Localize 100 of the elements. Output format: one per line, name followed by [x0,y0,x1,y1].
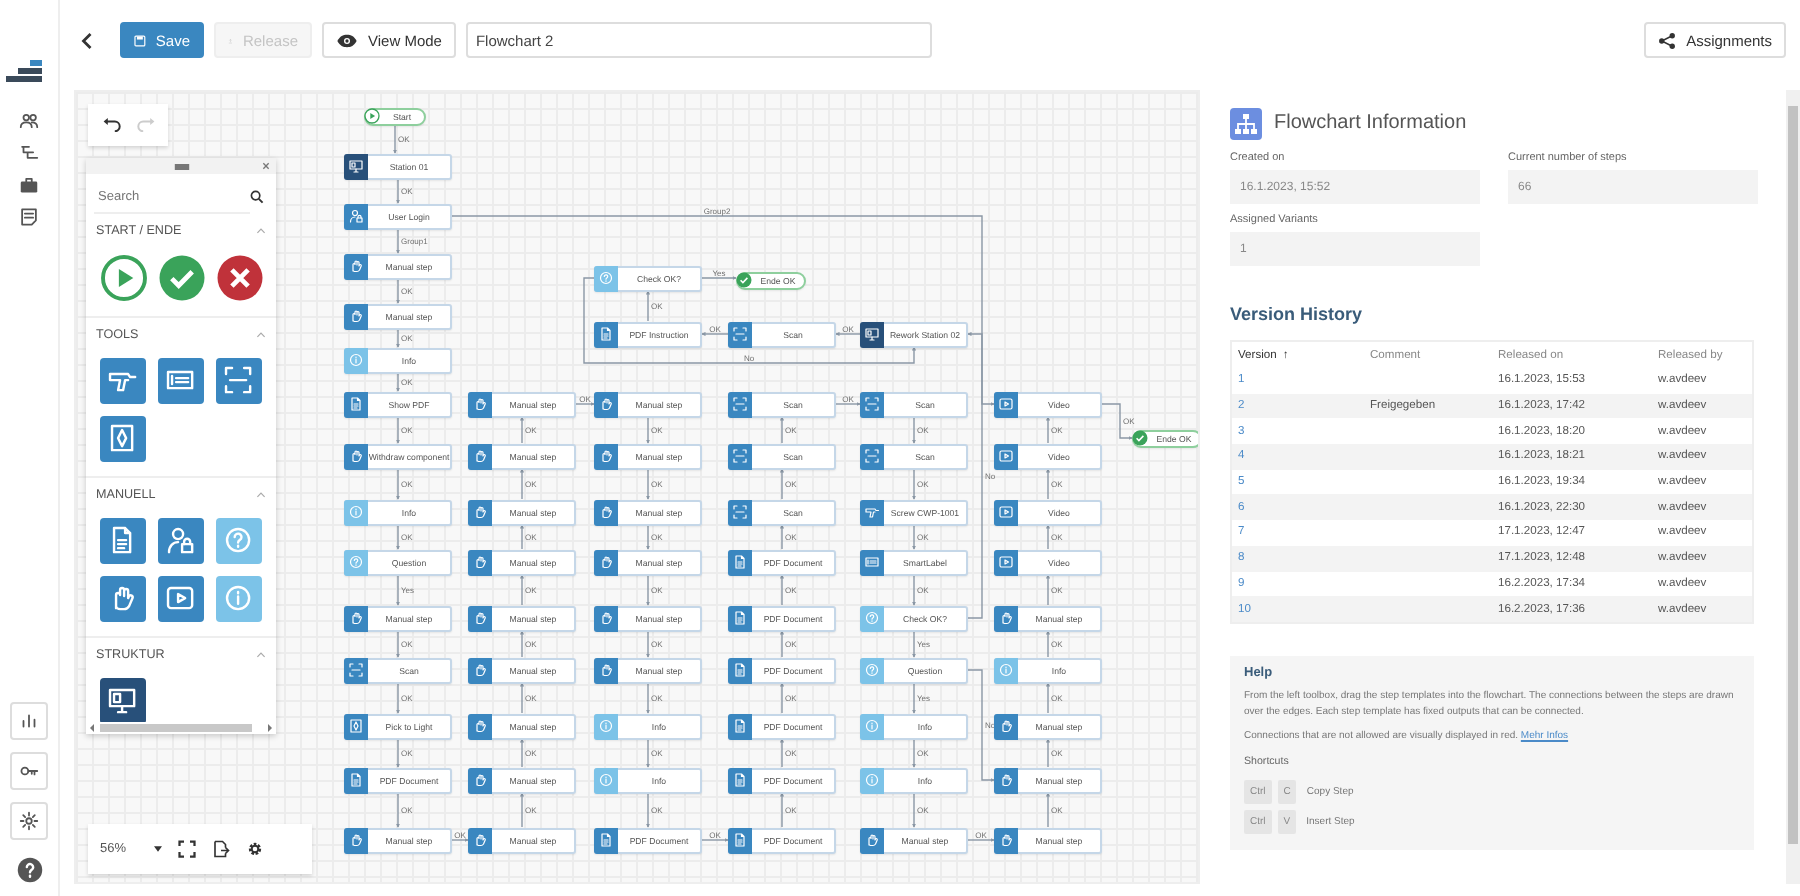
connector-line [911,792,917,828]
hand-icon [594,391,618,417]
document-icon[interactable] [100,518,146,564]
connector-line [392,124,398,154]
document-icon [344,391,368,417]
hand-icon [344,303,368,329]
question-icon [860,605,884,631]
connector-line [519,630,525,658]
connector-line [911,524,917,550]
document-icon [728,657,752,683]
connector-line [779,524,785,550]
caret-icon[interactable] [256,492,266,498]
info-icon [344,499,368,525]
video-icon [994,391,1018,417]
connector-line [519,738,525,768]
connector-line [779,682,785,714]
monitor-icon[interactable] [100,678,146,722]
hand-icon [994,827,1018,853]
document-icon [728,827,752,853]
hand-icon[interactable] [100,576,146,622]
hand-icon [468,827,492,853]
panel-title: Flowchart Information [1274,112,1467,134]
back-icon[interactable] [80,31,94,49]
hand-icon [344,443,368,469]
cross-icon[interactable] [216,254,264,302]
check-icon [736,272,752,288]
scan-icon [728,443,752,469]
connector-line [779,416,785,444]
scan-icon[interactable] [216,358,262,404]
export-icon[interactable] [212,840,231,858]
scan-icon [860,443,884,469]
scan-icon [860,391,884,417]
connector-line [911,682,917,714]
briefcase-icon[interactable] [18,174,40,196]
connector-line [779,738,785,768]
people-icon[interactable] [18,110,40,132]
hand-icon [468,767,492,793]
indicator-icon[interactable] [100,416,146,462]
scan-icon [728,499,752,525]
checklist-icon[interactable] [18,206,40,228]
scan-icon [344,657,368,683]
share-icon [1658,31,1677,49]
connector-line [395,738,401,768]
info-icon [594,713,618,739]
caret-icon[interactable] [256,228,266,234]
document-icon [728,549,752,575]
hand-icon [344,253,368,279]
connector-line [519,468,525,500]
connector-line [645,524,651,550]
scan-icon [728,391,752,417]
hand-icon [594,549,618,575]
play-icon[interactable] [100,254,148,302]
drag-handle-icon[interactable] [173,163,189,169]
search-icon [250,190,264,204]
hand-icon [594,443,618,469]
connector-line [645,468,651,500]
document-icon [344,767,368,793]
check-icon[interactable] [158,254,206,302]
user-lock-icon[interactable] [158,518,204,564]
hand-icon [594,499,618,525]
indicator-icon [344,713,368,739]
label-icon[interactable] [158,358,204,404]
connector-line [395,792,401,828]
connector-line [395,416,401,444]
play-icon [364,108,380,124]
info-icon [860,767,884,793]
connector-line [645,416,651,444]
hand-icon [994,605,1018,631]
hand-icon [994,767,1018,793]
drill-icon [860,499,884,525]
fullscreen-icon[interactable] [178,840,197,858]
connector-line [911,630,917,658]
connector-line [519,792,525,828]
connector-line [1101,403,1133,441]
caret-icon[interactable] [256,332,266,338]
close-icon[interactable] [262,162,270,170]
key-icon[interactable] [10,752,48,790]
monitor-icon [860,321,884,347]
user-lock-icon [344,203,368,229]
document-icon [728,605,752,631]
hand-icon [860,827,884,853]
connector-line [519,682,525,714]
hand-icon [594,605,618,631]
hierarchy-icon[interactable] [18,142,40,164]
connector-line [395,630,401,658]
undo-icon[interactable] [101,118,121,132]
connector-line [1045,682,1051,714]
connector-line [645,574,651,606]
connector-line [519,416,525,444]
hierarchy-icon [1230,107,1262,139]
settings-icon[interactable] [246,840,265,858]
chart-icon[interactable] [10,702,48,740]
eye-icon [336,31,358,49]
caret-icon[interactable] [256,652,266,658]
scan-icon [728,321,752,347]
connector-line [395,278,401,304]
connector-line [1045,416,1051,444]
connector-line [395,328,401,348]
video-icon[interactable] [158,576,204,622]
drill-icon[interactable] [100,358,146,404]
